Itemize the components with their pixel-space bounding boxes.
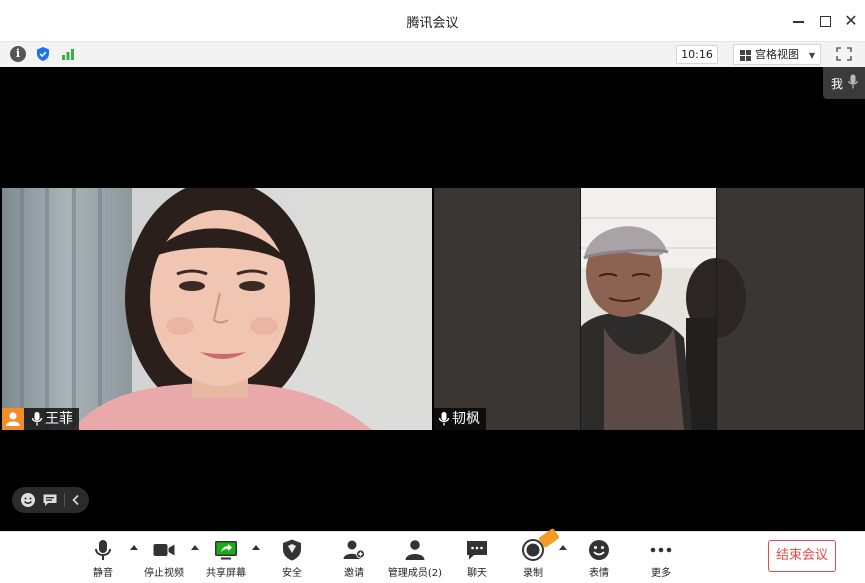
collapse-chevron-icon[interactable]	[68, 492, 84, 508]
participant-video-tile[interactable]: 韧枫	[434, 188, 864, 430]
add-person-icon	[343, 540, 365, 559]
mic-icon	[95, 540, 111, 560]
mic-icon	[848, 74, 858, 93]
smiley-icon[interactable]	[20, 492, 36, 508]
mic-icon	[31, 411, 43, 427]
participant-name-tag: 韧枫	[434, 408, 486, 430]
share-screen-label: 共享屏幕	[206, 568, 246, 579]
participant-video-feed	[434, 188, 864, 430]
chat-label: 聊天	[467, 568, 487, 579]
manage-members-label: 管理成员(2)	[387, 568, 443, 579]
record-label: 录制	[523, 568, 543, 579]
divider	[64, 493, 65, 507]
close-button[interactable]: ✕	[841, 11, 861, 31]
end-meeting-button[interactable]: 结束会议	[768, 540, 836, 572]
video-stage: 我 王菲 韧枫	[0, 67, 865, 531]
participant-video-feed	[2, 188, 432, 430]
view-mode-button[interactable]: 宫格视图 ▼	[733, 44, 821, 65]
grid-view-icon	[740, 50, 751, 61]
audio-options-arrow[interactable]	[130, 545, 138, 551]
host-badge-icon	[2, 408, 24, 430]
record-options-arrow[interactable]	[559, 545, 567, 551]
security-label: 安全	[282, 568, 302, 579]
mute-button[interactable]: 静音	[82, 538, 124, 580]
mic-icon	[438, 411, 450, 427]
video-camera-icon	[153, 544, 175, 556]
share-screen-button[interactable]: 共享屏幕	[202, 538, 250, 580]
self-view-chip[interactable]: 我	[823, 67, 865, 99]
invite-button[interactable]: 邀请	[333, 538, 375, 580]
self-label: 我	[831, 77, 844, 91]
reactions-button[interactable]: 表情	[578, 538, 620, 580]
minimize-button[interactable]	[789, 11, 809, 31]
chevron-down-icon: ▼	[808, 51, 815, 60]
more-dots-icon	[650, 547, 672, 553]
chat-icon	[467, 541, 487, 560]
shield-icon[interactable]	[35, 46, 51, 62]
participant-name-tag: 王菲	[2, 408, 79, 430]
floating-quick-controls	[12, 487, 89, 513]
window-title: 腾讯会议	[406, 16, 459, 31]
meeting-timer: 10:16	[676, 45, 718, 64]
stop-video-label: 停止视频	[144, 568, 184, 579]
manage-members-button[interactable]: 管理成员(2)	[385, 538, 445, 580]
stop-video-button[interactable]: 停止视频	[140, 538, 188, 580]
invite-label: 邀请	[344, 568, 364, 579]
maximize-button[interactable]	[815, 11, 835, 31]
video-options-arrow[interactable]	[191, 545, 199, 551]
security-button[interactable]: 安全	[271, 538, 313, 580]
shield-icon	[283, 539, 301, 561]
reactions-label: 表情	[589, 568, 609, 579]
view-mode-label: 宫格视图	[755, 48, 799, 61]
meeting-info-bar: i 10:16 宫格视图 ▼	[0, 42, 865, 67]
smiley-icon	[589, 540, 609, 560]
participant-name: 韧枫	[452, 411, 480, 427]
participant-name: 王菲	[45, 411, 73, 427]
signal-strength-icon[interactable]	[60, 46, 76, 62]
info-icon[interactable]: i	[10, 46, 26, 62]
members-icon	[405, 540, 425, 560]
share-options-arrow[interactable]	[252, 545, 260, 551]
title-bar: 腾讯会议 ✕	[0, 0, 865, 42]
chat-icon[interactable]	[42, 492, 58, 508]
more-label: 更多	[651, 568, 671, 579]
mute-label: 静音	[93, 568, 113, 579]
more-button[interactable]: 更多	[640, 538, 682, 580]
participant-video-tile[interactable]: 王菲	[2, 188, 432, 430]
meeting-toolbar: 静音 停止视频 共享屏幕 安全 邀请 管理成员(2) 聊天 录制 表情 更多 结…	[0, 527, 865, 583]
fullscreen-icon[interactable]	[836, 46, 852, 61]
share-screen-icon	[215, 541, 237, 560]
chat-button[interactable]: 聊天	[456, 538, 498, 580]
